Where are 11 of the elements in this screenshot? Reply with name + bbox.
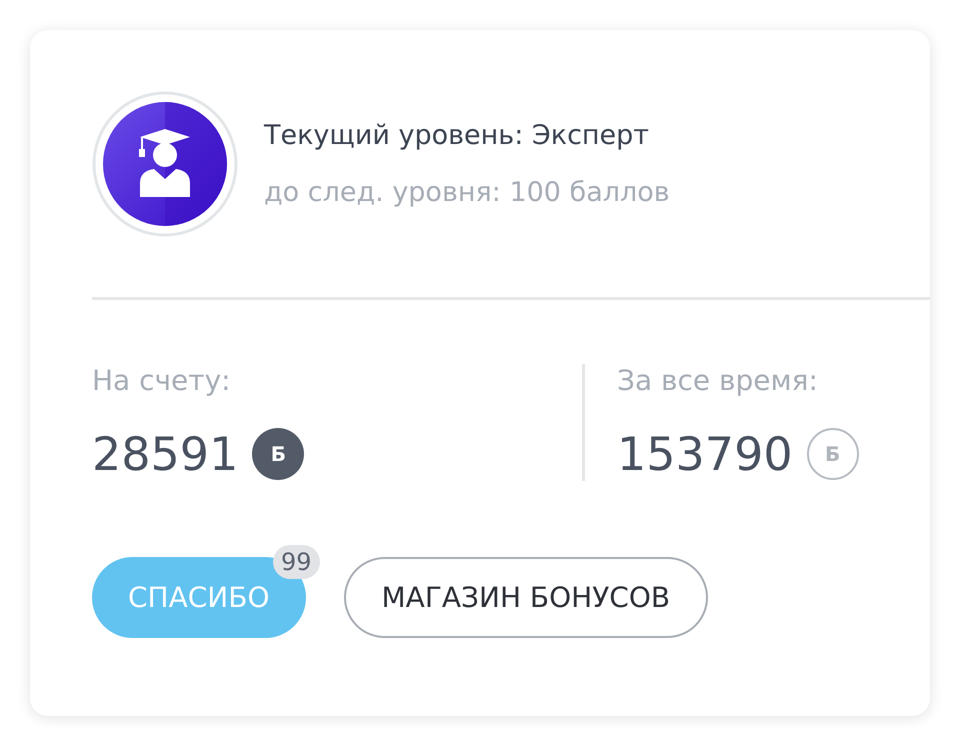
graduate-avatar-icon [92,91,238,237]
points-value: 153790 [617,427,793,481]
shop-button[interactable]: МАГАЗИН БОНУСОВ [344,557,708,638]
count-badge: 99 [272,545,320,579]
currency-badge: Б [806,428,859,480]
currency-badge: Б [252,428,304,480]
stat-label: На счету: [92,364,232,397]
level-title: Текущий уровень: Эксперт [264,120,650,151]
stat-label: За все время: [617,364,819,397]
level-subtitle: до след. уровня: 100 баллов [264,177,670,208]
points-value: 28591 [92,427,238,481]
